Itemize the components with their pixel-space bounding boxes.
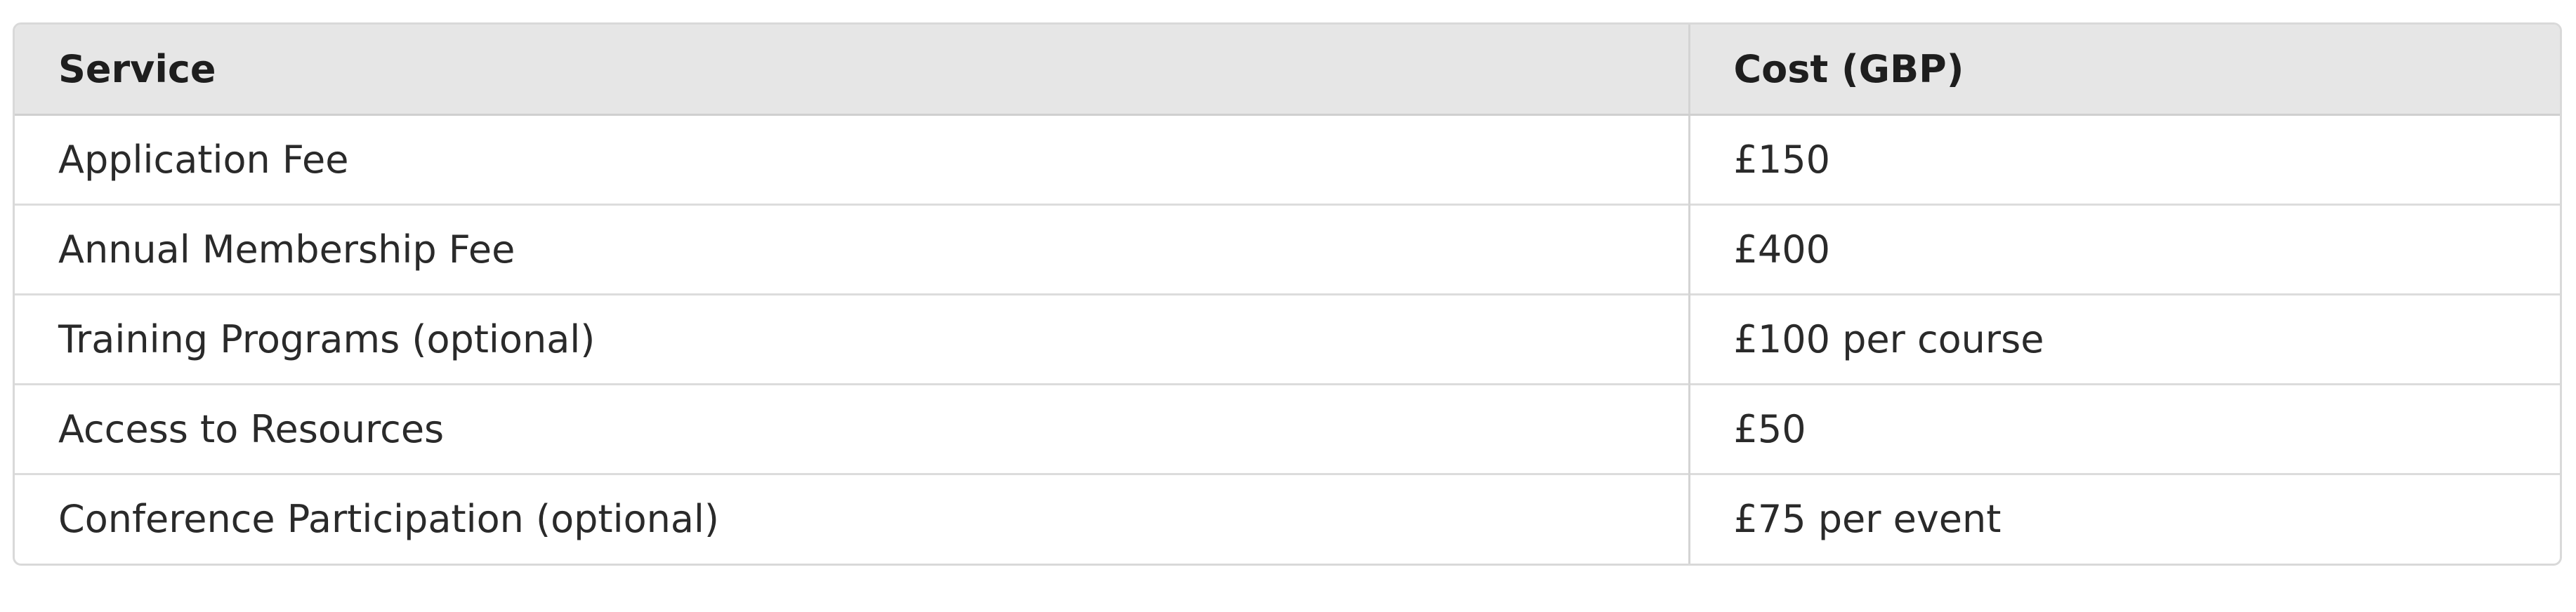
table-row: Access to Resources £50: [15, 382, 2560, 474]
table-row: Conference Participation (optional) £75 …: [15, 472, 2560, 564]
table-row: Training Programs (optional) £100 per co…: [15, 293, 2560, 384]
service-cell: Training Programs (optional): [15, 293, 1689, 384]
table-row: Annual Membership Fee £400: [15, 203, 2560, 294]
cost-cell: £150: [1688, 114, 2560, 204]
fees-table: Service Cost (GBP) Application Fee £150 …: [15, 25, 2560, 564]
column-header-service: Service: [15, 25, 1689, 116]
cost-cell: £75 per event: [1688, 472, 2560, 564]
cost-cell: £50: [1688, 382, 2560, 474]
table-body: Application Fee £150 Annual Membership F…: [15, 114, 2560, 564]
fees-table-container: Service Cost (GBP) Application Fee £150 …: [13, 22, 2562, 566]
service-cell: Application Fee: [58, 137, 349, 182]
cost-cell: £100 per course: [1688, 293, 2560, 384]
cost-cell: £400: [1688, 203, 2560, 294]
service-cell: Access to Resources: [15, 382, 1689, 474]
service-cell: Conference Participation (optional): [15, 472, 1689, 564]
table-header: Service Cost (GBP): [15, 25, 2560, 116]
header-row: Service Cost (GBP): [15, 25, 2560, 116]
table-row: Application Fee £150: [15, 114, 2560, 204]
column-header-cost: Cost (GBP): [1688, 25, 2560, 116]
service-cell: Annual Membership Fee: [15, 203, 1689, 294]
